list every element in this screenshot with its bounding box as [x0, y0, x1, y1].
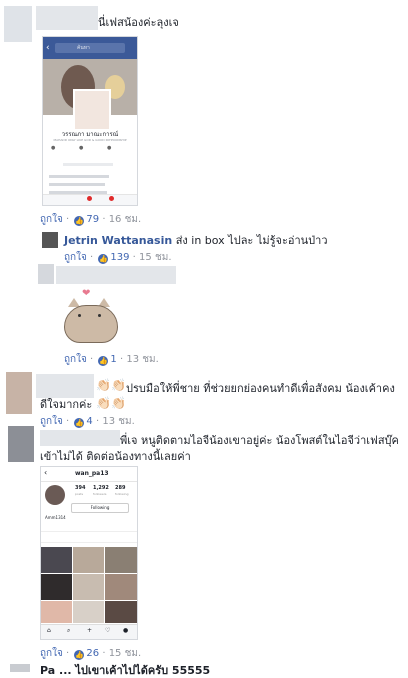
- comment-meta: ถูกใจ · 👍 1 · 13 ชม.: [64, 354, 159, 366]
- ig-posts-label: posts: [75, 492, 84, 496]
- like-count[interactable]: 4: [86, 416, 92, 427]
- notification-icon: [109, 196, 114, 201]
- timestamp[interactable]: 15 ชม.: [109, 648, 141, 659]
- avatar[interactable]: [42, 232, 58, 248]
- pusheen-sticker[interactable]: ❤: [60, 288, 120, 343]
- ig-posts: 394: [75, 485, 86, 491]
- comment-meta: ถูกใจ · 👍 139 · 15 ชม.: [64, 252, 172, 264]
- search-icon: ⌕: [67, 627, 71, 634]
- action-icons-row: ● ● ●: [49, 145, 131, 155]
- comment-text: นี่เฟสน้องค่ะลุงเจ: [98, 16, 179, 29]
- reply-author[interactable]: Jetrin Wattanasin: [64, 234, 172, 247]
- like-thumb-icon: 👍: [74, 418, 85, 428]
- notification-icon: [87, 196, 92, 201]
- like-thumb-icon: 👍: [98, 254, 109, 264]
- avatar[interactable]: [4, 6, 32, 42]
- ig-followers-label: followers: [93, 492, 107, 496]
- like-link[interactable]: ถูกใจ: [40, 416, 63, 427]
- like-link[interactable]: ถูกใจ: [64, 354, 87, 365]
- ig-photo: [73, 574, 104, 600]
- sticker-eye: [78, 314, 81, 317]
- profile-picture[interactable]: [73, 89, 111, 131]
- like-link[interactable]: ถูกใจ: [40, 648, 63, 659]
- info-line: [49, 183, 105, 186]
- ig-following-label-btn: Following: [90, 505, 110, 510]
- timestamp[interactable]: 16 ชม.: [109, 214, 141, 225]
- message-icon: ●: [79, 145, 84, 151]
- like-link[interactable]: ถูกใจ: [64, 252, 87, 263]
- ig-photo: [41, 601, 72, 623]
- comment-text-line1: พี่เจ หนูติดตามไอจีน้องเขาอยู่ค่ะ น้องโพ…: [120, 434, 399, 447]
- ig-tabbar: [41, 531, 137, 543]
- commenter-name-blurred[interactable]: [36, 6, 98, 30]
- avatar[interactable]: [8, 426, 34, 462]
- avatar[interactable]: [38, 264, 54, 284]
- like-count[interactable]: 139: [110, 252, 129, 263]
- ig-following: 289: [115, 485, 126, 491]
- ig-photo: [41, 574, 72, 600]
- ig-photo: [41, 547, 72, 573]
- like-link[interactable]: ถูกใจ: [40, 214, 63, 225]
- like-count[interactable]: 1: [110, 354, 116, 365]
- fb-header-bar: ‹ ค้นหา: [43, 37, 137, 59]
- attached-screenshot-facebook[interactable]: ‹ ค้นหา วรรณภา มาณะการณ์ MAHADD ONLY LIK…: [42, 36, 138, 206]
- attached-screenshot-instagram[interactable]: ‹ wan_pa13 394 1,292 289 posts followers…: [40, 466, 138, 640]
- back-icon: ‹: [46, 43, 50, 53]
- ig-following-button: Following: [71, 503, 129, 513]
- ig-photo: [105, 574, 137, 600]
- clapping-hands-icon: 👏🏻👏🏻: [96, 396, 126, 410]
- ig-avatar: [45, 485, 65, 505]
- next-comment-truncated: Pa ... ไปเขาเค้าไปได้ครับ 55555: [40, 664, 211, 677]
- comment-meta: ถูกใจ · 👍 26 · 15 ชม.: [40, 648, 142, 660]
- like-thumb-icon: 👍: [98, 356, 109, 366]
- reply-text: Jetrin Wattanasin ส่ง in box ไปละ ไม่รู้…: [64, 234, 328, 248]
- search-placeholder: ค้นหา: [77, 45, 90, 51]
- ig-following-label: following: [115, 492, 129, 496]
- commenter-name-blurred[interactable]: [36, 374, 94, 398]
- avatar[interactable]: [10, 664, 30, 672]
- friends-icon: ●: [51, 145, 56, 151]
- like-thumb-icon: 👍: [74, 650, 85, 660]
- ig-photo: [105, 601, 137, 623]
- avatar[interactable]: [6, 372, 32, 414]
- profile-icon: ●: [123, 627, 129, 634]
- info-line: [49, 175, 109, 178]
- timestamp[interactable]: 13 ชม.: [102, 416, 134, 427]
- ig-bio-name: Amm1314: [45, 515, 66, 520]
- reply-body: ส่ง in box ไปละ ไม่รู้จะอ่านป่าว: [175, 234, 328, 247]
- sticker-body: [64, 305, 118, 343]
- sticker-heart-icon: ❤: [82, 288, 91, 299]
- like-count[interactable]: 26: [86, 648, 99, 659]
- comment-text-line2: ดีใจมากค่ะ: [40, 398, 93, 411]
- more-icon: ●: [107, 145, 112, 151]
- comment-text-line1: ปรบมือให้พี่ชาย ที่ช่วยยกย่องคนทำดีเพื่อ…: [126, 382, 395, 395]
- ig-photo: [73, 601, 104, 623]
- back-icon: ‹: [44, 468, 48, 477]
- fb-bottom-bar: [43, 194, 137, 205]
- ig-photo: [73, 547, 104, 573]
- replier-name-blurred[interactable]: [56, 266, 176, 284]
- sticker-eye: [98, 314, 101, 317]
- commenter-name-blurred[interactable]: [40, 430, 120, 446]
- ig-followers: 1,292: [93, 485, 109, 491]
- info-line: [63, 163, 113, 166]
- ig-bottom-bar: ⌂ ⌕ + ♡ ●: [41, 624, 137, 639]
- like-count[interactable]: 79: [86, 214, 99, 225]
- heart-icon: ♡: [105, 627, 111, 634]
- ig-photo: [105, 547, 137, 573]
- timestamp[interactable]: 13 ชม.: [126, 354, 158, 365]
- comment-meta: ถูกใจ · 👍 4 · 13 ชม.: [40, 416, 135, 428]
- comment-text-line2: เข้าไม่ได้ ติดต่อน้องทางนี้เลยค่า: [40, 450, 191, 463]
- ig-username: wan_pa13: [75, 470, 109, 477]
- search-box: ค้นหา: [55, 43, 125, 53]
- comment-meta: ถูกใจ · 👍 79 · 16 ชม.: [40, 214, 142, 226]
- timestamp[interactable]: 15 ชม.: [139, 252, 171, 263]
- like-thumb-icon: 👍: [74, 216, 85, 226]
- home-icon: ⌂: [47, 627, 51, 634]
- add-icon: +: [87, 627, 93, 634]
- profile-tagline: MAHADD ONLY LIKE GOD & GOOD PATPOONSHIP: [53, 138, 127, 142]
- ig-header: ‹ wan_pa13: [41, 467, 137, 482]
- clapping-hands-icon: 👏🏻👏🏻: [96, 378, 126, 392]
